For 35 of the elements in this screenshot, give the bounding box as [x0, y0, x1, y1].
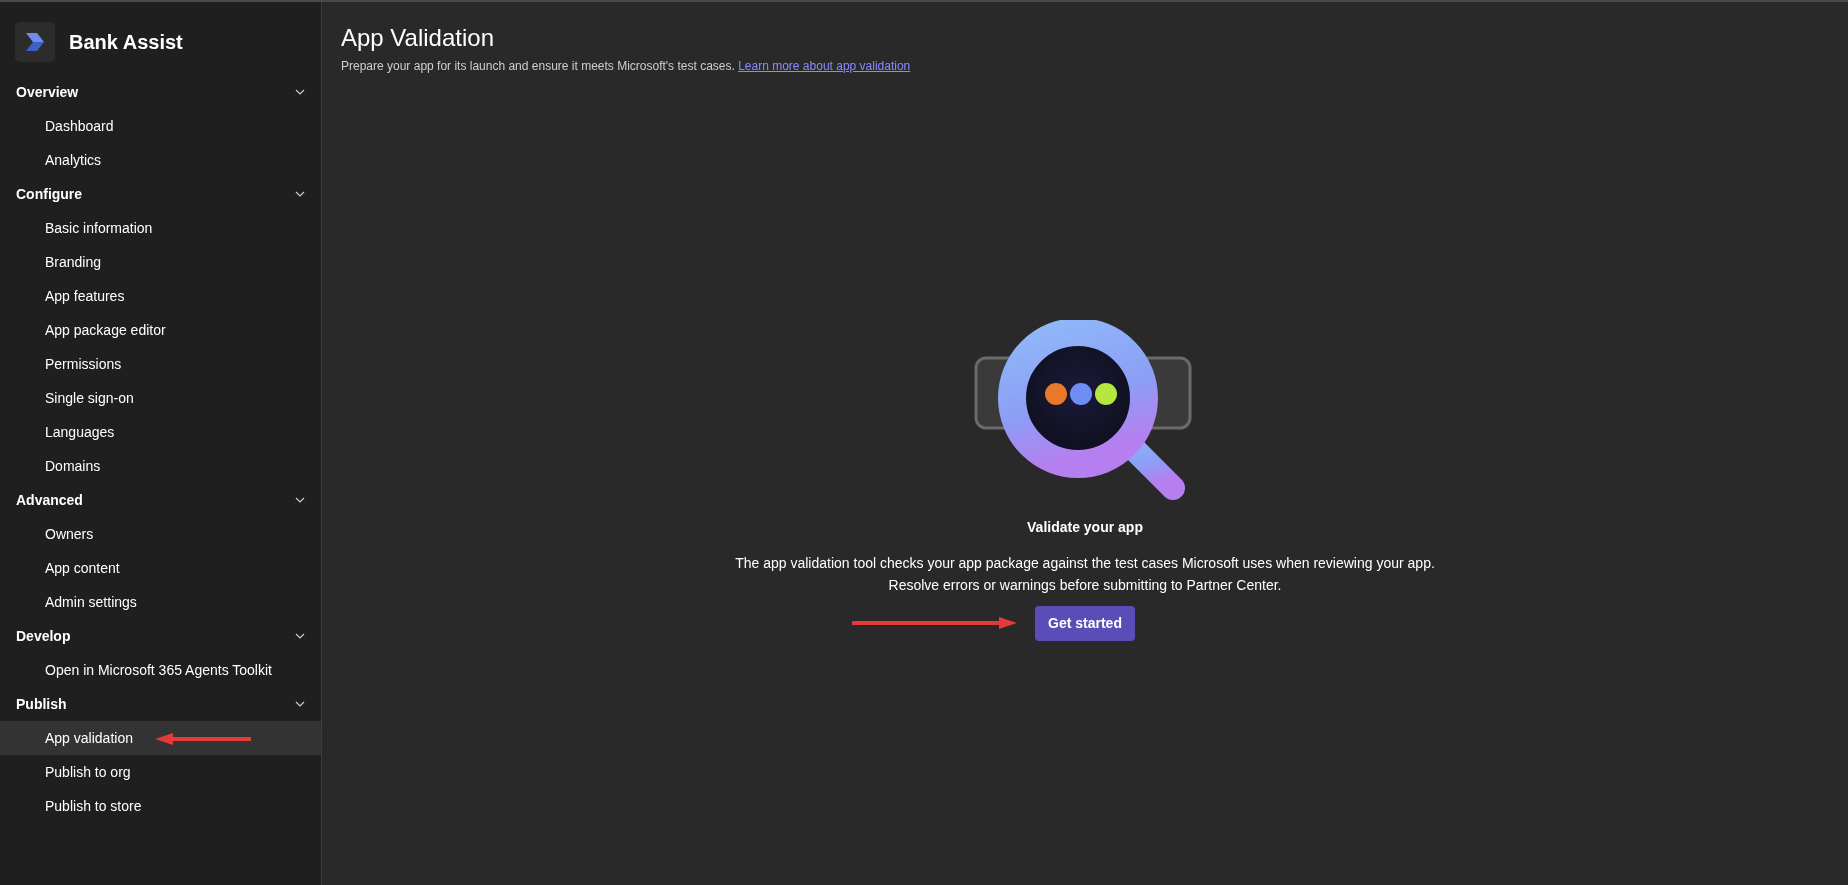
- get-started-button[interactable]: Get started: [1035, 605, 1135, 641]
- sidebar-item[interactable]: Admin settings: [0, 585, 321, 619]
- page-title: App Validation: [341, 24, 495, 53]
- sidebar-item[interactable]: Publish to org: [0, 755, 321, 789]
- chevron-icon: [295, 89, 305, 95]
- app-logo-icon: [15, 22, 55, 62]
- app-name: Bank Assist: [69, 30, 183, 55]
- chevron-icon: [295, 191, 305, 197]
- sidebar-item[interactable]: App validation: [0, 721, 321, 755]
- sidebar-item[interactable]: Analytics: [0, 143, 321, 177]
- sidebar-item[interactable]: Basic information: [0, 211, 321, 245]
- section-header[interactable]: Advanced: [0, 483, 321, 517]
- sidebar-item[interactable]: Publish to store: [0, 789, 321, 823]
- section-header[interactable]: Configure: [0, 177, 321, 211]
- sidebar-item[interactable]: Branding: [0, 245, 321, 279]
- sidebar-item[interactable]: App package editor: [0, 313, 321, 347]
- sidebar-item[interactable]: Permissions: [0, 347, 321, 381]
- section-header[interactable]: Develop: [0, 619, 321, 653]
- chevron-icon: [295, 497, 305, 503]
- empty-state-heading: Validate your app: [1027, 517, 1143, 537]
- section-header[interactable]: Overview: [0, 75, 321, 109]
- sidebar-item[interactable]: Domains: [0, 449, 321, 483]
- learn-more-link[interactable]: Learn more about app validation: [738, 58, 911, 73]
- sidebar-item[interactable]: Open in Microsoft 365 Agents Toolkit: [0, 653, 321, 687]
- sidebar-item[interactable]: App content: [0, 551, 321, 585]
- section-header[interactable]: Publish: [0, 687, 321, 721]
- chevron-icon: [295, 701, 305, 707]
- sidebar-item[interactable]: Single sign-on: [0, 381, 321, 415]
- sidebar-item[interactable]: Owners: [0, 517, 321, 551]
- page-description: Prepare your app for its launch and ensure it meets Microsoft's test cases. Learn more about app validation: [341, 57, 912, 75]
- empty-state-description: The app validation tool checks your app package against the test cases Microsoft uses when reviewing your app. Resolve errors or warnings before submitting to Partner Center.: [735, 553, 1435, 595]
- sidebar-item[interactable]: App features: [0, 279, 321, 313]
- chevron-icon: [295, 633, 305, 639]
- sidebar-item[interactable]: Languages: [0, 415, 321, 449]
- sidebar-item[interactable]: Dashboard: [0, 109, 321, 143]
